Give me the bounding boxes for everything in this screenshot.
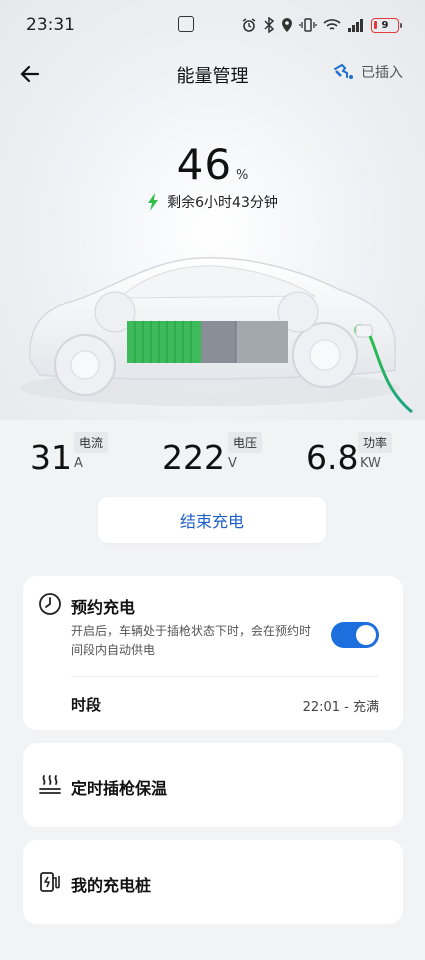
timed-heating-title: 定时插枪保温 (71, 779, 168, 798)
power-label: 功率 (358, 432, 393, 453)
status-icons: 9 (241, 17, 402, 33)
alarm-icon (242, 18, 256, 32)
car-illustration (20, 257, 413, 414)
clock-icon (39, 593, 61, 615)
battery-percent-unit: % (236, 168, 249, 183)
remaining-time: 剩余6小时43分钟 (0, 192, 425, 212)
signal-icon (348, 19, 363, 32)
current-label: 电流 (74, 432, 109, 453)
stat-current: 31 电流 A (30, 432, 150, 482)
charging-plug-icon (334, 63, 353, 79)
battery-percent: 46% (0, 140, 425, 189)
battery-level: 9 (381, 19, 389, 31)
current-value: 31 (30, 438, 72, 477)
period-value[interactable]: 22:01 - 充满 (303, 696, 379, 715)
voltage-value: 222 (162, 438, 225, 477)
status-time: 23:31 (26, 15, 75, 35)
scheduled-charging-card: 预约充电 开启后，车辆处于插枪状态下时，会在预约时间段内自动供电 时段 22:0… (23, 576, 403, 730)
scheduled-charging-title: 预约充电 (71, 598, 136, 617)
my-charger-card[interactable]: 我的充电桩 (23, 840, 403, 924)
power-unit: KW (360, 456, 381, 471)
location-icon (282, 18, 292, 32)
end-charging-button[interactable]: 结束充电 (98, 497, 326, 543)
nfc-icon (178, 16, 194, 32)
heat-icon (39, 775, 61, 794)
status-bar: 23:31 9 (0, 0, 425, 50)
charging-stats: 31 电流 A 222 电压 V 6.8 功率 KW (0, 432, 425, 482)
scheduled-charging-description: 开启后，车辆处于插枪状态下时，会在预约时间段内自动供电 (71, 624, 312, 657)
lightning-icon (148, 193, 159, 211)
wifi-icon (323, 19, 341, 30)
voltage-label: 电压 (228, 432, 263, 453)
plug-status-text: 已插入 (361, 65, 403, 81)
scheduled-charging-toggle[interactable] (331, 622, 379, 648)
bluetooth-icon (264, 17, 275, 33)
battery-indicator: 9 (371, 17, 402, 33)
voltage-unit: V (228, 456, 237, 471)
plug-status[interactable]: 已插入 (333, 62, 403, 82)
nav-header: 能量管理 已插入 (0, 52, 425, 96)
toggle-knob (356, 625, 376, 645)
timed-heating-card[interactable]: 定时插枪保温 (23, 743, 403, 827)
power-value: 6.8 (306, 438, 359, 477)
remaining-time-text: 剩余6小时43分钟 (167, 195, 278, 211)
current-unit: A (74, 456, 83, 471)
battery-percent-value: 46 (176, 140, 233, 189)
stat-power: 6.8 功率 KW (306, 432, 416, 482)
my-charger-title: 我的充电桩 (71, 876, 152, 895)
divider (71, 676, 379, 677)
vibrate-icon (299, 18, 317, 32)
stat-voltage: 222 电压 V (162, 432, 292, 482)
charging-station-icon (40, 872, 60, 892)
period-label: 时段 (71, 696, 102, 714)
